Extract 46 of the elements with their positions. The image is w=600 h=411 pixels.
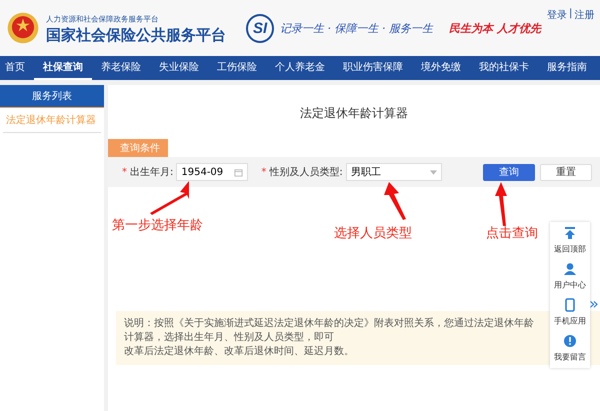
expand-chevron[interactable]: » (589, 294, 599, 313)
motto: 民生为本 人才优先 (449, 20, 542, 36)
date-field[interactable]: 1954-09 (176, 163, 248, 181)
nav-tab[interactable]: 养老保险 (92, 56, 150, 80)
float-menu-item[interactable]: 用户中心 (550, 262, 590, 292)
required-mark: * (261, 166, 266, 178)
nav-tab[interactable]: 工伤保险 (208, 56, 266, 80)
slogan: 记录一生 · 保障一生 · 服务一生 (280, 20, 434, 36)
info-icon (563, 334, 577, 348)
login-link[interactable]: 登录 (547, 8, 568, 22)
nav-tab[interactable]: 服务指南 (538, 56, 596, 80)
sidebar-title: 服务列表 (0, 85, 104, 108)
section-tag: 查询条件 (108, 139, 168, 157)
nav-tab[interactable]: 个人养老金 (266, 56, 334, 80)
dropdown-caret-icon (430, 170, 437, 174)
annotation-text: 点击查询 (486, 225, 538, 242)
field-label: 性别及人员类型: (269, 166, 343, 179)
page-title: 法定退休年龄计算器 (299, 105, 409, 122)
nav-tab[interactable]: 职业伤害保障 (334, 56, 412, 80)
required-mark: * (122, 166, 127, 178)
nav-tab[interactable]: 境外免缴 (412, 56, 470, 80)
user-icon (563, 262, 577, 276)
annotation-text: 选择人员类型 (334, 225, 412, 242)
field-label: 出生年月: (130, 166, 174, 179)
si-logo: SI (246, 14, 274, 42)
back-to-top-icon (563, 226, 577, 240)
float-menu-item[interactable]: 手机应用 (550, 298, 590, 328)
nav-tab[interactable]: 失业保险 (150, 56, 208, 80)
annotation-arrow (384, 182, 406, 220)
query-button[interactable]: 查询 (483, 164, 535, 180)
separator: | (569, 8, 572, 21)
type-select[interactable]: 男职工 (346, 163, 442, 181)
annotation-text: 第一步选择年龄 (112, 217, 203, 234)
nav-tab[interactable]: 社保查询 (34, 56, 92, 80)
float-menu-item[interactable]: 返回顶部 (550, 226, 590, 256)
float-menu-item[interactable]: 我要留言 (550, 334, 590, 364)
annotation-arrow (495, 182, 507, 226)
nav-tab[interactable]: 我的社保卡 (470, 56, 538, 80)
emblem-icon (6, 11, 40, 45)
reset-button[interactable]: 重置 (540, 164, 592, 180)
register-link[interactable]: 注册 (574, 8, 594, 22)
site-title: 国家社会保险公共服务平台 (46, 26, 227, 44)
annotation-arrow (150, 181, 190, 215)
nav-tab[interactable]: 首页 (0, 56, 34, 80)
phone-icon (563, 298, 577, 312)
calendar-icon (234, 168, 244, 176)
